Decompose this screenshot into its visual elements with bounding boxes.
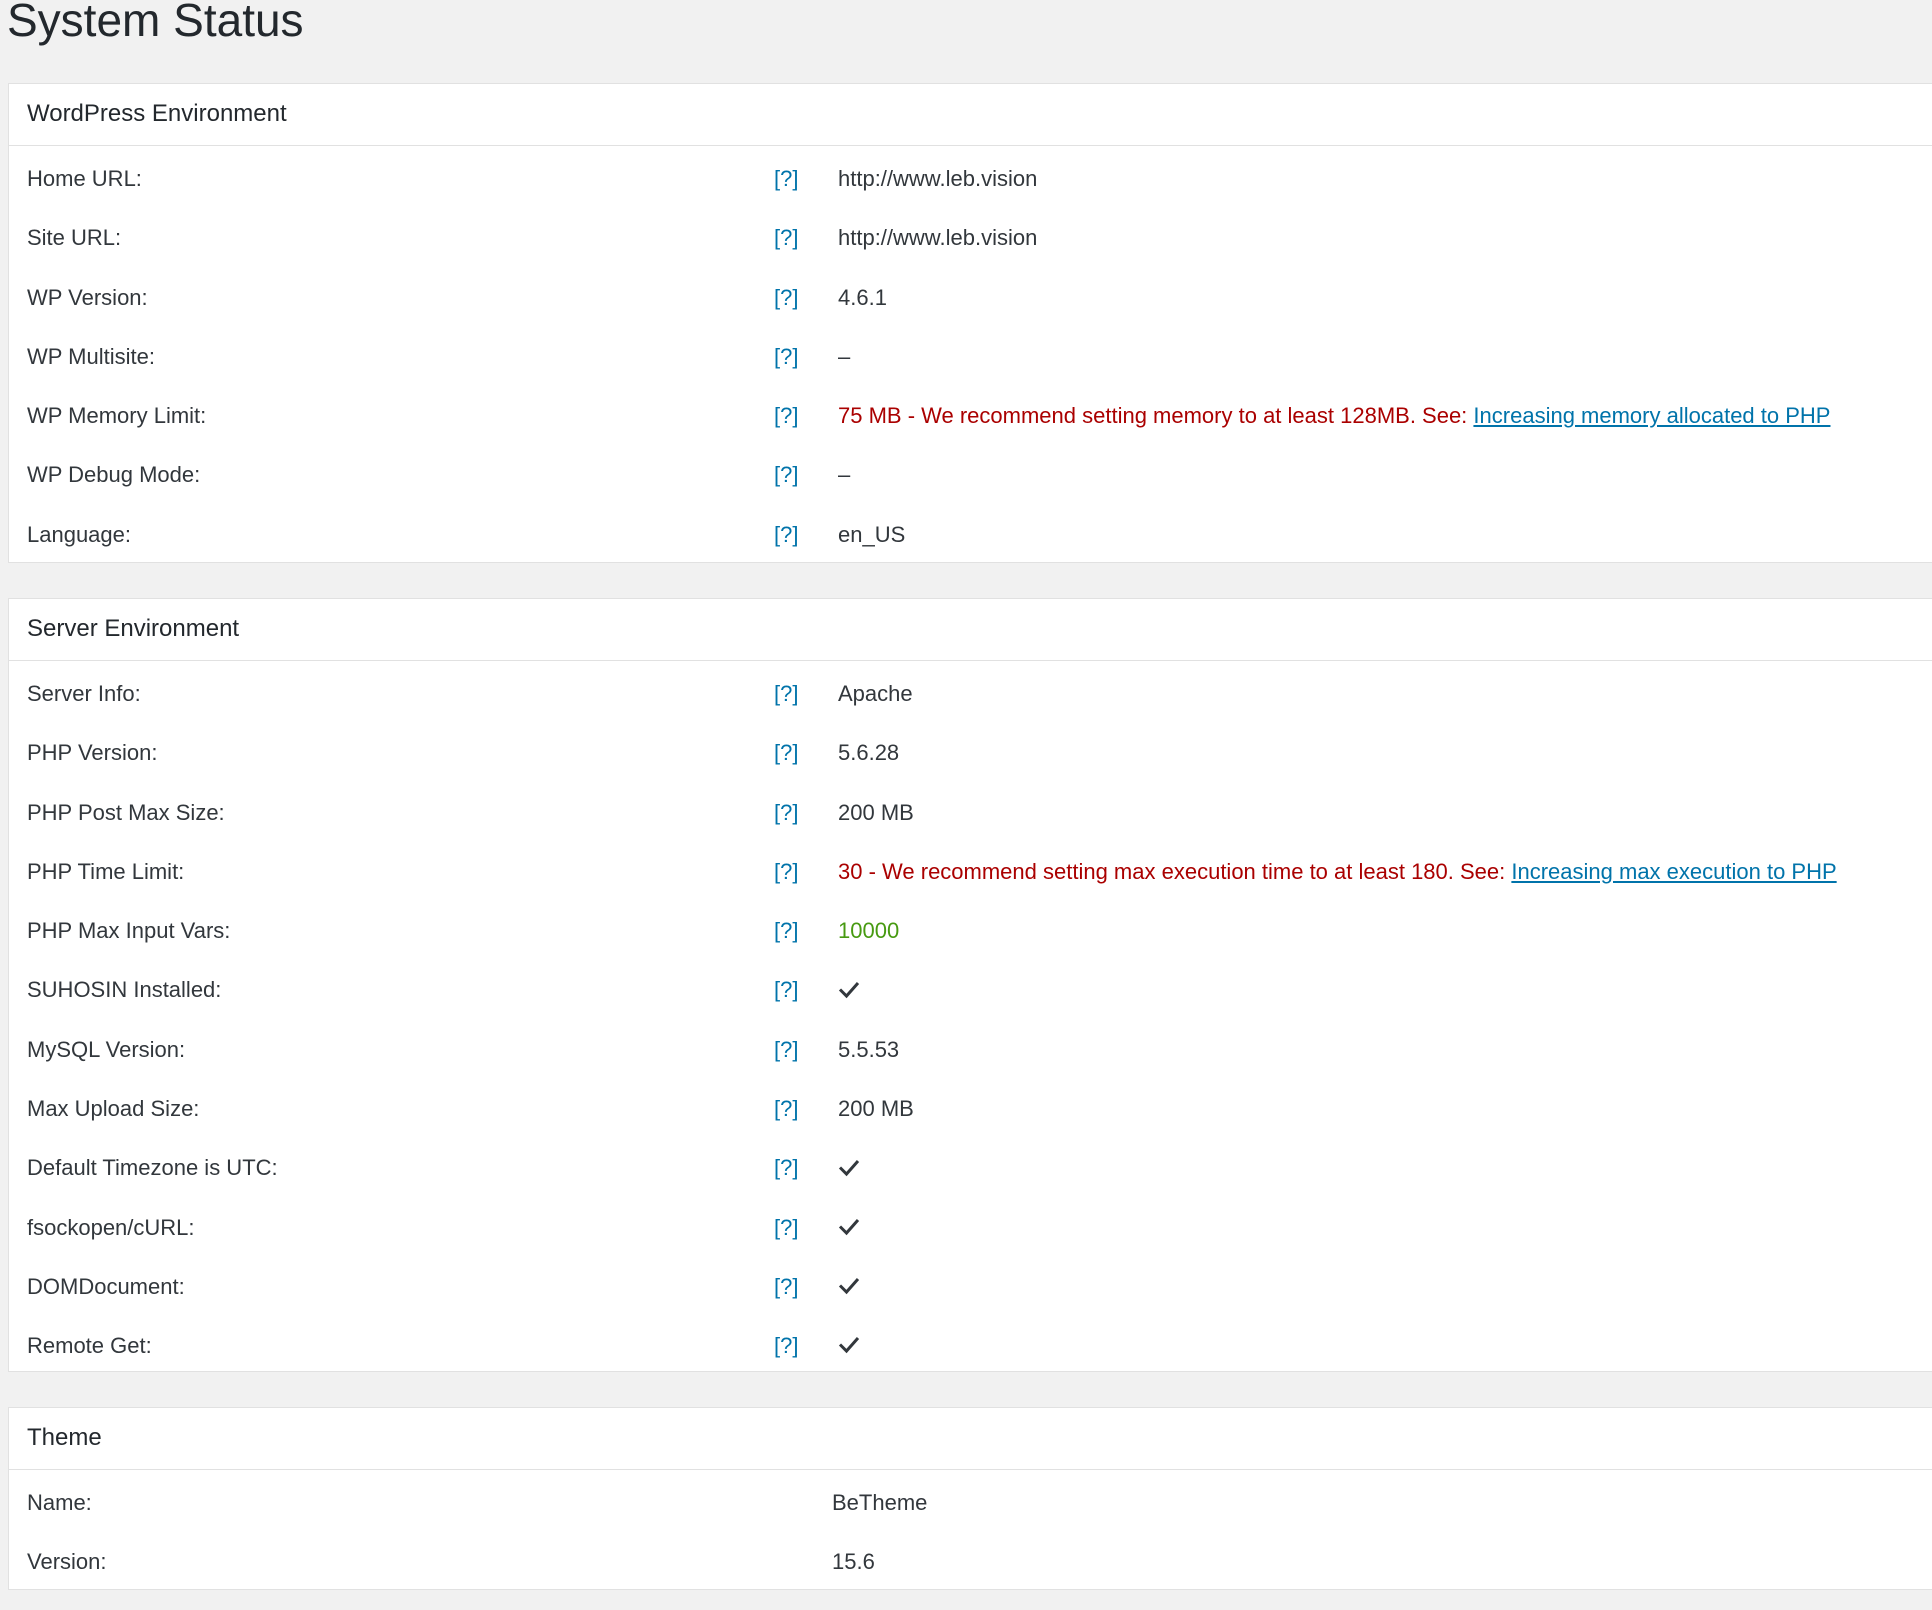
row-label: PHP Post Max Size: bbox=[27, 799, 225, 825]
check-icon bbox=[838, 1274, 860, 1296]
row-home-url: Home URL: [?] http://www.leb.vision bbox=[9, 149, 1932, 208]
row-default-timezone: Default Timezone is UTC: [?] bbox=[9, 1138, 1932, 1197]
help-tip[interactable]: [?] bbox=[774, 1316, 798, 1375]
help-tip[interactable]: [?] bbox=[774, 1257, 798, 1316]
row-server-info: Server Info: [?] Apache bbox=[9, 664, 1932, 723]
help-tip[interactable]: [?] bbox=[774, 960, 798, 1019]
panel-header: WordPress Environment bbox=[9, 84, 1932, 146]
memory-limit-warning: 75 MB - We recommend setting memory to a… bbox=[838, 386, 1830, 445]
row-theme-name: Name: BeTheme bbox=[9, 1473, 1932, 1532]
row-value: – bbox=[838, 462, 851, 488]
row-label: Version: bbox=[27, 1549, 107, 1575]
wordpress-environment-panel: WordPress Environment Home URL: [?] http… bbox=[8, 83, 1932, 563]
row-label: WP Version: bbox=[27, 284, 148, 310]
row-label: Max Upload Size: bbox=[27, 1096, 200, 1122]
row-site-url: Site URL: [?] http://www.leb.vision bbox=[9, 208, 1932, 267]
row-wp-debug-mode: WP Debug Mode: [?] – bbox=[9, 445, 1932, 504]
warning-text: 30 - We recommend setting max execution … bbox=[838, 858, 1512, 884]
row-value: 200 MB bbox=[838, 799, 914, 825]
theme-panel: Theme Name: BeTheme Version: 15.6 bbox=[8, 1407, 1932, 1590]
memory-limit-link[interactable]: Increasing memory allocated to PHP bbox=[1473, 403, 1830, 428]
help-tip[interactable]: [?] bbox=[774, 664, 798, 723]
row-fsockopen-curl: fsockopen/cURL: [?] bbox=[9, 1198, 1932, 1257]
help-tip[interactable]: [?] bbox=[774, 901, 798, 960]
time-limit-warning: 30 - We recommend setting max execution … bbox=[838, 842, 1837, 901]
warning-text: 75 MB - We recommend setting memory to a… bbox=[838, 403, 1474, 429]
row-label: PHP Max Input Vars: bbox=[27, 918, 231, 944]
help-tip[interactable]: [?] bbox=[774, 1020, 798, 1079]
help-tip[interactable]: [?] bbox=[774, 268, 798, 327]
help-tip[interactable]: [?] bbox=[774, 327, 798, 386]
help-tip[interactable]: [?] bbox=[774, 505, 798, 564]
row-label: Home URL: bbox=[27, 166, 142, 191]
row-value: 200 MB bbox=[838, 1096, 914, 1122]
row-value bbox=[838, 1316, 860, 1375]
row-php-post-max-size: PHP Post Max Size: [?] 200 MB bbox=[9, 783, 1932, 842]
help-tip[interactable]: [?] bbox=[774, 386, 798, 445]
row-value: 10000 bbox=[838, 918, 900, 944]
row-value: en_US bbox=[838, 521, 906, 547]
row-value: 15.6 bbox=[832, 1549, 875, 1575]
row-label: Default Timezone is UTC: bbox=[27, 1155, 278, 1181]
help-tip[interactable]: [?] bbox=[774, 723, 798, 782]
row-suhosin-installed: SUHOSIN Installed: [?] bbox=[9, 960, 1932, 1019]
row-label: DOMDocument: bbox=[27, 1273, 185, 1299]
row-mysql-version: MySQL Version: [?] 5.5.53 bbox=[9, 1020, 1932, 1079]
check-icon bbox=[838, 978, 860, 1000]
row-label: fsockopen/cURL: bbox=[27, 1214, 195, 1240]
row-label: PHP Version: bbox=[27, 740, 158, 766]
row-theme-version: Version: 15.6 bbox=[9, 1532, 1932, 1591]
row-label: MySQL Version: bbox=[27, 1036, 186, 1062]
server-environment-panel: Server Environment Server Info: [?] Apac… bbox=[8, 598, 1932, 1372]
row-label: PHP Time Limit: bbox=[27, 858, 185, 884]
row-wp-memory-limit: WP Memory Limit: [?] 75 MB - We recommen… bbox=[9, 386, 1932, 445]
row-label: WP Multisite: bbox=[27, 343, 155, 369]
help-tip[interactable]: [?] bbox=[774, 445, 798, 504]
row-value: BeTheme bbox=[832, 1490, 928, 1515]
row-remote-get: Remote Get: [?] bbox=[9, 1316, 1932, 1375]
row-label: Language: bbox=[27, 521, 131, 547]
row-max-upload-size: Max Upload Size: [?] 200 MB bbox=[9, 1079, 1932, 1138]
help-tip[interactable]: [?] bbox=[774, 1079, 798, 1138]
row-label: WP Debug Mode: bbox=[27, 462, 201, 488]
row-label: Remote Get: bbox=[27, 1333, 152, 1359]
help-tip[interactable]: [?] bbox=[774, 783, 798, 842]
help-tip[interactable]: [?] bbox=[774, 1198, 798, 1257]
row-label: Site URL: bbox=[27, 225, 122, 251]
row-value: http://www.leb.vision bbox=[838, 166, 1038, 191]
check-icon bbox=[838, 1156, 860, 1178]
row-label: Server Info: bbox=[27, 681, 141, 706]
check-icon bbox=[838, 1333, 860, 1355]
row-value: 5.6.28 bbox=[838, 740, 900, 766]
row-wp-version: WP Version: [?] 4.6.1 bbox=[9, 268, 1932, 327]
page-title: System Status bbox=[7, 0, 304, 46]
row-value: Apache bbox=[838, 681, 913, 706]
check-icon bbox=[838, 1215, 860, 1237]
row-value: 4.6.1 bbox=[838, 284, 887, 310]
row-php-version: PHP Version: [?] 5.6.28 bbox=[9, 723, 1932, 782]
row-php-max-input-vars: PHP Max Input Vars: [?] 10000 bbox=[9, 901, 1932, 960]
row-wp-multisite: WP Multisite: [?] – bbox=[9, 327, 1932, 386]
panel-header: Server Environment bbox=[9, 599, 1932, 661]
row-label: Name: bbox=[27, 1490, 92, 1515]
row-value bbox=[838, 960, 860, 1019]
row-label: SUHOSIN Installed: bbox=[27, 977, 222, 1003]
help-tip[interactable]: [?] bbox=[774, 208, 798, 267]
row-php-time-limit: PHP Time Limit: [?] 30 - We recommend se… bbox=[9, 842, 1932, 901]
help-tip[interactable]: [?] bbox=[774, 842, 798, 901]
help-tip[interactable]: [?] bbox=[774, 149, 798, 208]
help-tip[interactable]: [?] bbox=[774, 1138, 798, 1197]
time-limit-link[interactable]: Increasing max execution to PHP bbox=[1511, 859, 1836, 884]
row-value bbox=[838, 1138, 860, 1197]
row-value bbox=[838, 1198, 860, 1257]
panel-header: Theme bbox=[9, 1408, 1932, 1470]
row-value bbox=[838, 1257, 860, 1316]
row-value: http://www.leb.vision bbox=[838, 225, 1038, 251]
row-value: – bbox=[838, 343, 851, 369]
row-domdocument: DOMDocument: [?] bbox=[9, 1257, 1932, 1316]
row-language: Language: [?] en_US bbox=[9, 505, 1932, 564]
row-label: WP Memory Limit: bbox=[27, 403, 207, 429]
row-value: 5.5.53 bbox=[838, 1036, 900, 1062]
